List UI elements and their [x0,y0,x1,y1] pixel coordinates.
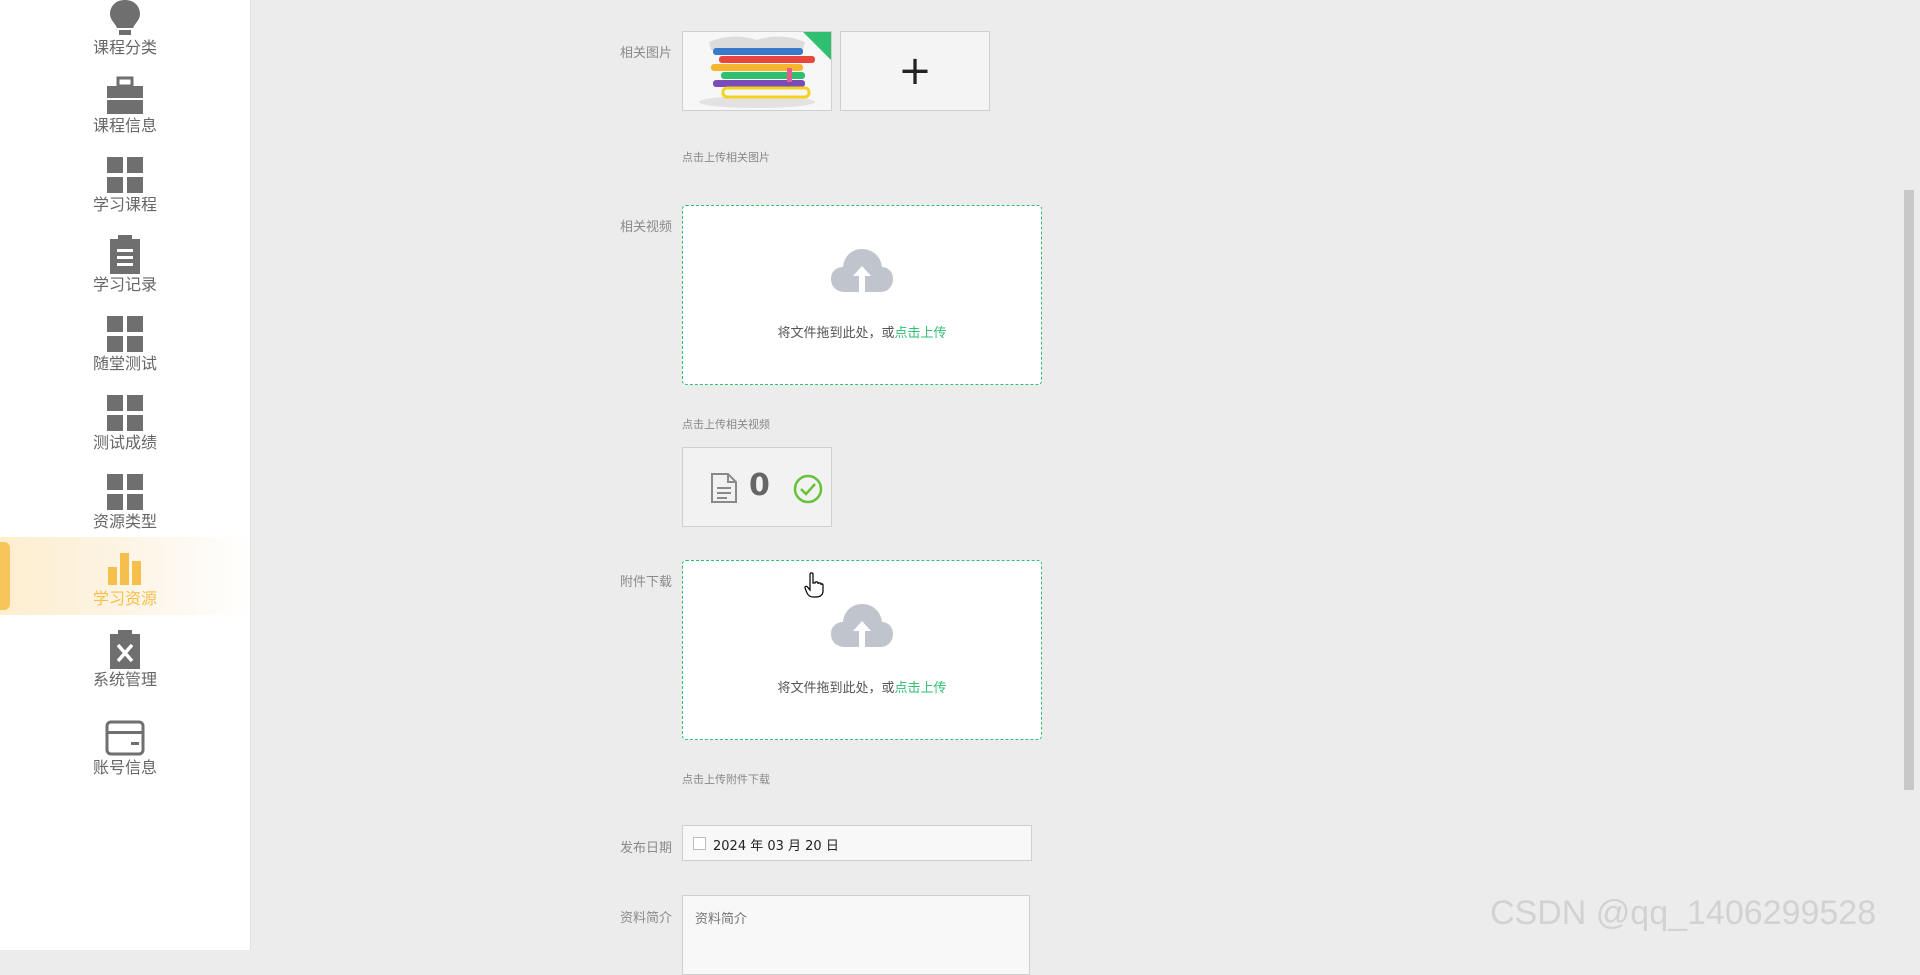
scrollbar[interactable] [1904,190,1914,790]
grid-icon [105,472,145,512]
sidebar-item-study-course[interactable]: 学习课程 [0,147,250,225]
sidebar-item-course-info[interactable]: 课程信息 [0,68,250,146]
grid-icon [105,314,145,354]
sidebar-item-label: 系统管理 [92,670,157,689]
image-hint: 点击上传相关图片 [682,151,770,164]
card-icon [105,718,145,758]
image-label: 相关图片 [619,46,672,61]
upload-cloud-icon [831,604,893,647]
sidebar-item-account-info[interactable]: 账号信息 [0,710,250,788]
video-hint: 点击上传相关视频 [682,418,770,431]
file-count: 0 [749,468,770,503]
sidebar-item-label: 随堂测试 [92,354,157,373]
sidebar-item-study-resource[interactable]: 学习资源 [0,537,250,615]
publish-date-input[interactable]: 2024 年 03 月 20 日 [682,825,1032,861]
document-icon [711,473,737,503]
grid-icon [105,155,145,195]
dropzone-text: 将文件拖到此处，或点击上传 [683,677,1041,696]
sidebar-item-label: 学习课程 [92,195,157,214]
dropzone-instruction: 将文件拖到此处，或 [777,326,895,341]
sidebar-item-label: 账号信息 [92,758,157,777]
upload-cloud-icon [831,249,893,292]
attachment-hint: 点击上传附件下载 [682,773,770,786]
uploaded-file-item[interactable]: 0 [682,447,832,527]
sidebar-item-study-record[interactable]: 学习记录 [0,227,250,305]
sidebar-item-label: 课程分类 [92,38,157,57]
sidebar-item-label: 学习记录 [92,275,157,294]
sidebar-item-test-scores[interactable]: 测试成绩 [0,385,250,463]
video-dropzone[interactable]: 将文件拖到此处，或点击上传 [682,205,1042,385]
sidebar-item-label: 学习资源 [92,589,157,608]
sidebar: 课程分类 课程信息 学习课程 学习记录 随堂测试 测试成绩 资源类型 学习资源 … [0,0,251,950]
plus-icon: + [898,48,932,94]
sidebar-item-label: 测试成绩 [92,433,157,452]
dropzone-text: 将文件拖到此处，或点击上传 [683,322,1041,341]
sidebar-item-label: 资源类型 [92,512,157,531]
click-upload-link[interactable]: 点击上传 [895,681,947,696]
hand-pointer-icon [804,572,824,598]
briefcase-icon [105,76,145,116]
publish-date-label: 发布日期 [619,841,672,856]
sidebar-item-system-management[interactable]: 系统管理 [0,622,250,700]
clipboard-icon [105,235,145,275]
summary-label: 资料简介 [619,911,672,926]
summary-textarea[interactable] [682,895,1030,975]
video-label: 相关视频 [619,220,672,235]
clipboard-x-icon [105,630,145,670]
attachment-dropzone[interactable]: 将文件拖到此处，或点击上传 [682,560,1042,740]
publish-date-value: 2024 年 03 月 20 日 [713,839,839,854]
attachment-label: 附件下载 [619,575,672,590]
upload-success-corner [803,32,831,60]
click-upload-link[interactable]: 点击上传 [895,326,947,341]
lightbulb-icon [105,0,145,38]
check-circle-icon [793,474,823,504]
sidebar-item-class-test[interactable]: 随堂测试 [0,306,250,384]
watermark: CSDN @qq_1406299528 [1490,894,1877,932]
sidebar-item-resource-type[interactable]: 资源类型 [0,464,250,542]
bar-chart-icon [105,547,145,587]
image-thumbnail[interactable] [682,31,832,111]
sidebar-item-course-category[interactable]: 课程分类 [0,0,250,68]
sidebar-item-label: 课程信息 [92,116,157,135]
add-image-button[interactable]: + [840,31,990,111]
grid-icon [105,393,145,433]
dropzone-instruction: 将文件拖到此处，或 [777,681,895,696]
calendar-icon [693,837,706,850]
